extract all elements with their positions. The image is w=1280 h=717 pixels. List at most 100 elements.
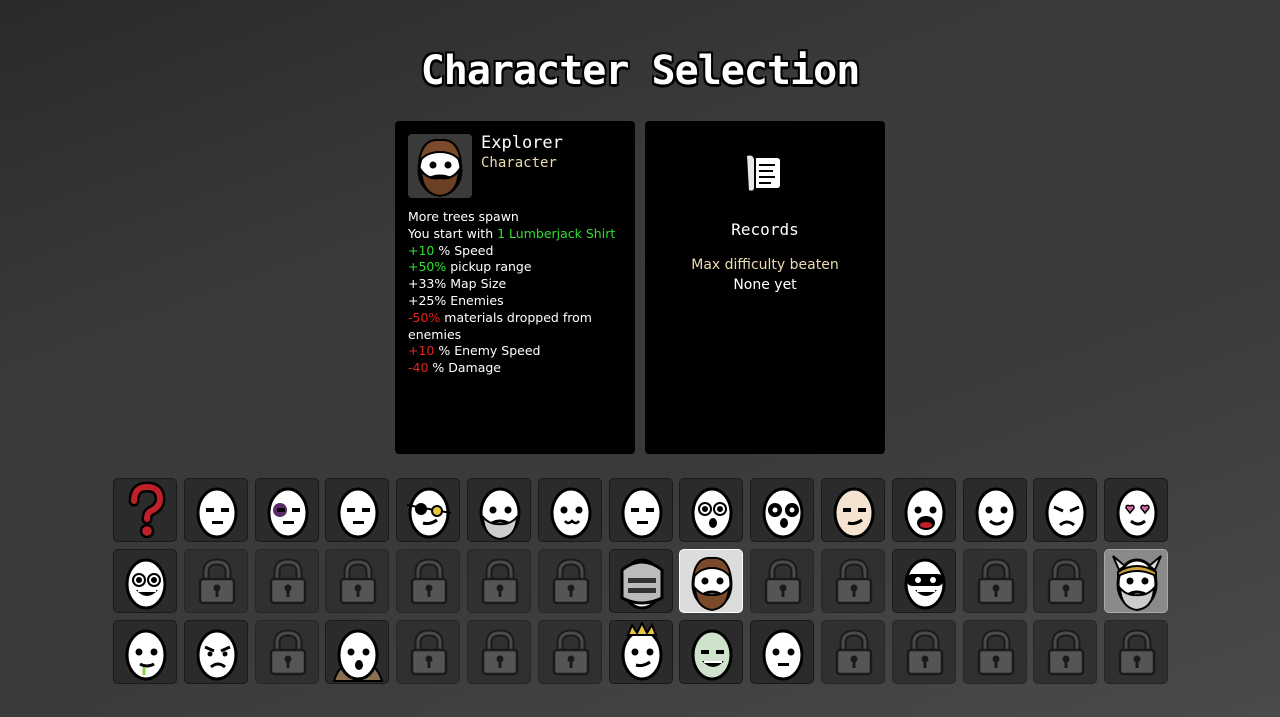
locked-character-slot[interactable] [1033, 549, 1098, 613]
description-text: You start with [408, 225, 498, 241]
drooling-face-icon [125, 629, 167, 681]
tanned-face-icon [833, 487, 875, 539]
description-line: -50% materials dropped from enemies [408, 310, 626, 344]
character-slot-masked-grin[interactable] [891, 549, 956, 613]
surprised-face-icon [691, 487, 733, 539]
locked-character-slot[interactable] [466, 549, 531, 613]
locked-character-slot[interactable] [1033, 620, 1098, 684]
explorer-face-icon [417, 138, 463, 198]
character-slot-viking[interactable] [1104, 549, 1169, 613]
stat-value: -40 [408, 360, 429, 376]
character-slot-happy[interactable] [183, 478, 248, 542]
records-panel: Records Max difficulty beaten None yet [645, 121, 885, 454]
description-line: -40 % Damage [408, 360, 626, 377]
lock-icon [552, 629, 590, 676]
bruised-face-icon [267, 487, 309, 539]
lock-icon [835, 629, 873, 676]
locked-character-slot[interactable] [183, 549, 248, 613]
description-text: +33% Map Size [408, 276, 507, 292]
character-slot-sleepy[interactable] [325, 478, 390, 542]
character-slot-cute[interactable] [537, 478, 602, 542]
description-line: +25% Enemies [408, 293, 626, 310]
locked-character-slot[interactable] [325, 549, 390, 613]
character-slot-pirate[interactable] [396, 478, 461, 542]
lock-icon [977, 629, 1014, 676]
character-slot-knight[interactable] [608, 549, 673, 613]
description-text: pickup range [446, 259, 532, 275]
character-slot-zombie[interactable] [679, 620, 744, 684]
character-info-panel: Explorer Character More trees spawn You s… [395, 121, 635, 454]
description-line: +50% pickup range [408, 259, 626, 276]
locked-character-slot[interactable] [962, 620, 1027, 684]
character-slot-bruised[interactable] [254, 478, 319, 542]
character-slot-angry[interactable] [183, 620, 248, 684]
character-slot-tanned[interactable] [820, 478, 885, 542]
sleepy-face-icon [337, 487, 379, 539]
character-slot-lovestruck[interactable] [1104, 478, 1169, 542]
locked-character-slot[interactable] [962, 549, 1027, 613]
locked-character-slot[interactable] [537, 620, 602, 684]
description-line: More trees spawn [408, 209, 626, 226]
angry-face-icon [196, 629, 238, 681]
locked-character-slot[interactable] [466, 620, 531, 684]
character-type: Character [481, 155, 557, 171]
masked-grin-face-icon [904, 558, 946, 610]
description-line: You start with 1 Lumberjack Shirt [408, 226, 626, 243]
mad-face-icon [125, 558, 167, 610]
scroll-icon [746, 153, 782, 193]
stat-value: +50% [408, 259, 447, 275]
locked-character-slot[interactable] [537, 549, 602, 613]
neutral-face-icon [762, 629, 804, 681]
character-name: Explorer [481, 133, 563, 153]
character-slot-sad[interactable] [1033, 478, 1098, 542]
locked-character-slot[interactable] [750, 549, 815, 613]
character-slot-drooling[interactable] [113, 620, 177, 684]
character-slot-king[interactable] [608, 620, 673, 684]
locked-character-slot[interactable] [396, 620, 461, 684]
lock-icon [481, 558, 519, 605]
character-slot-mad[interactable] [113, 549, 177, 613]
character-slot-screaming[interactable] [891, 478, 956, 542]
character-grid [113, 478, 1169, 684]
character-slot-smiling[interactable] [962, 478, 1027, 542]
description-line: +33% Map Size [408, 276, 626, 293]
description-line: +10 % Speed [408, 243, 626, 260]
character-slot-neutral[interactable] [750, 620, 815, 684]
description-text: +25% Enemies [408, 292, 504, 308]
locked-character-slot[interactable] [1104, 620, 1169, 684]
character-slot-bearded-cloak[interactable] [325, 620, 390, 684]
locked-character-slot[interactable] [820, 549, 885, 613]
locked-character-slot[interactable] [254, 549, 319, 613]
character-slot-old-beard[interactable] [466, 478, 531, 542]
happy-face-icon [196, 487, 238, 539]
locked-character-slot[interactable] [396, 549, 461, 613]
character-slot-explorer[interactable] [679, 549, 744, 613]
description-text: % Enemy Speed [434, 343, 541, 359]
lock-icon [410, 558, 448, 605]
lock-icon [977, 558, 1014, 605]
bearded-cloak-face-icon [333, 629, 384, 682]
locked-character-slot[interactable] [254, 620, 319, 684]
question-mark-icon [128, 481, 166, 539]
random-character-slot[interactable] [113, 478, 177, 542]
lock-icon [1048, 629, 1085, 676]
locked-character-slot[interactable] [891, 620, 956, 684]
lock-icon [198, 558, 236, 605]
records-title: Records [731, 220, 799, 239]
character-slot-scarred[interactable] [608, 478, 673, 542]
old-beard-face-icon [479, 487, 521, 541]
king-face-icon [621, 621, 663, 681]
character-portrait [408, 134, 472, 198]
lock-icon [764, 558, 802, 605]
lock-icon [481, 629, 519, 676]
lock-icon [410, 629, 448, 676]
screaming-face-icon [904, 487, 946, 539]
lock-icon [340, 558, 377, 605]
lock-icon [269, 558, 306, 605]
character-slot-panda[interactable] [750, 478, 815, 542]
character-slot-surprised[interactable] [679, 478, 744, 542]
locked-character-slot[interactable] [820, 620, 885, 684]
pirate-face-icon [407, 487, 452, 539]
viking-face-icon [1112, 555, 1163, 612]
sad-face-icon [1045, 487, 1087, 539]
